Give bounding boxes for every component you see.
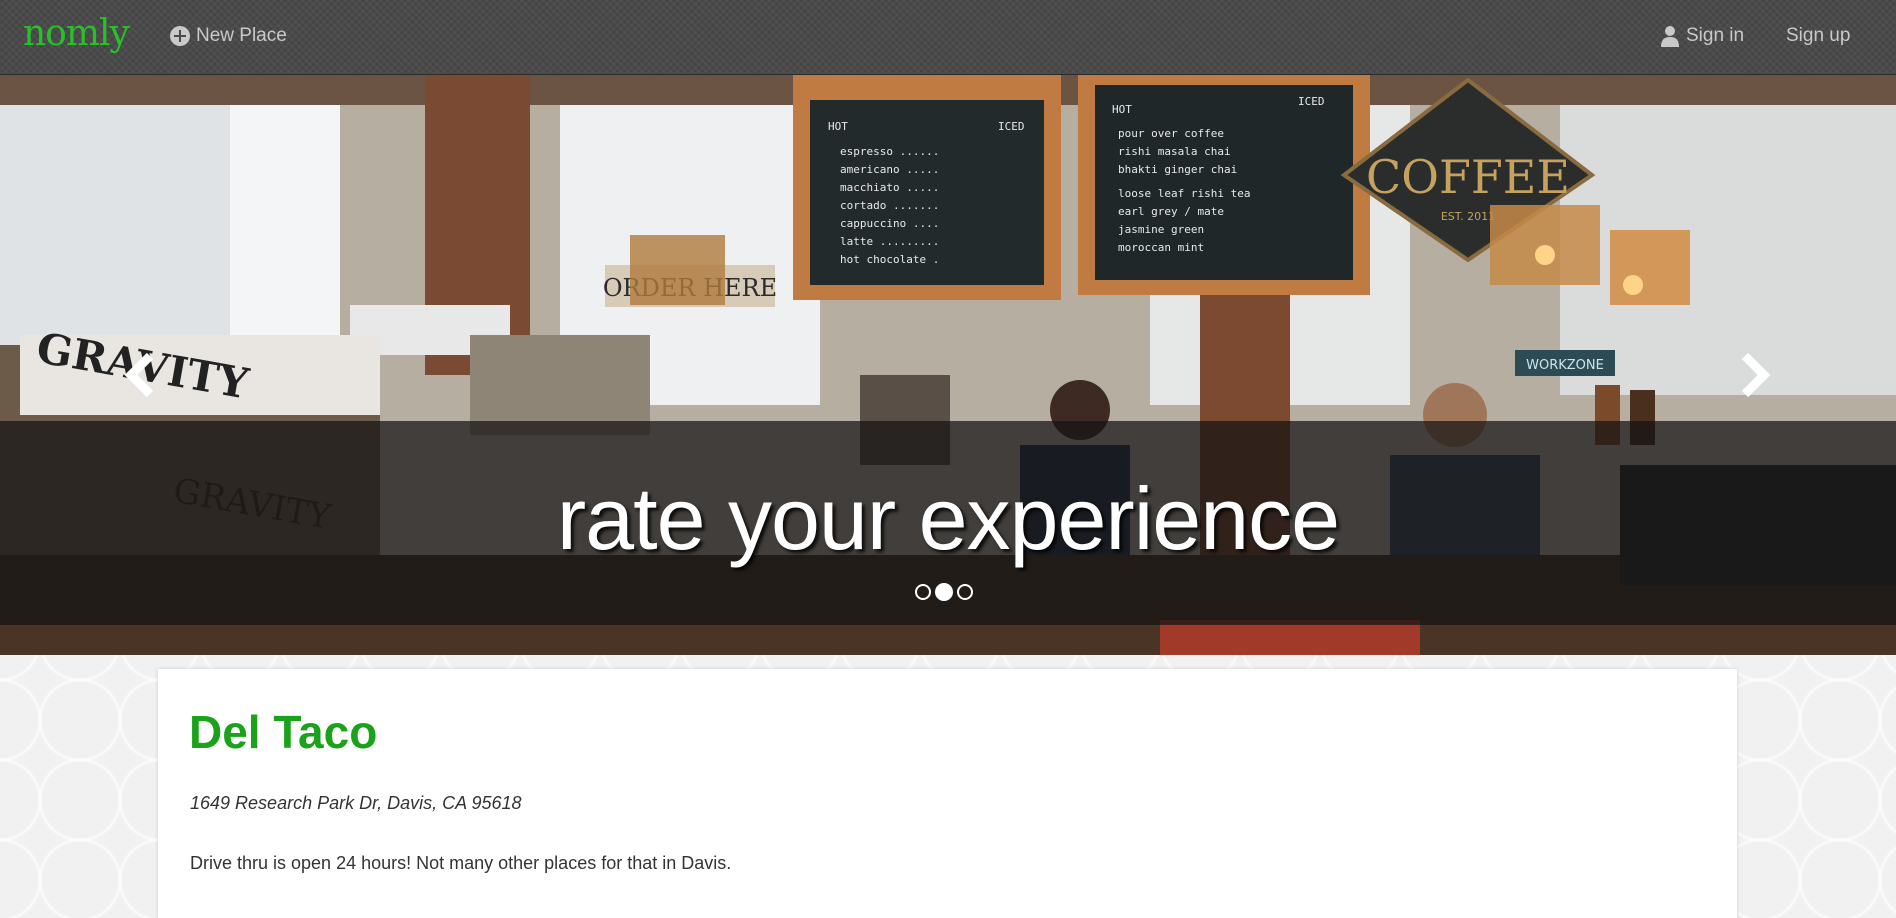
svg-text:loose leaf rishi tea: loose leaf rishi tea [1118,187,1250,200]
svg-text:earl grey / mate: earl grey / mate [1118,205,1224,218]
sign-in-link[interactable]: Sign in [1660,25,1744,47]
user-icon [1661,26,1679,47]
chevron-left-icon [124,352,154,398]
svg-text:EST. 2011: EST. 2011 [1441,210,1495,223]
hero-carousel: HOT ICED espresso ...... americano ..... … [0,75,1896,655]
svg-text:ICED: ICED [1298,95,1325,108]
svg-text:moroccan mint: moroccan mint [1118,241,1204,254]
svg-text:macchiato .....: macchiato ..... [840,181,939,194]
svg-text:bhakti ginger chai: bhakti ginger chai [1118,163,1237,176]
place-address: 1649 Research Park Dr, Davis, CA 95618 [190,793,522,813]
new-place-label: New Place [196,25,287,46]
place-description: Drive thru is open 24 hours! Not many ot… [190,853,732,873]
svg-text:rishi masala chai: rishi masala chai [1118,145,1231,158]
sign-in-label: Sign in [1686,25,1745,46]
new-place-link[interactable]: New Place [170,25,287,47]
svg-text:HOT: HOT [828,120,848,133]
svg-text:cortado .......: cortado ....... [840,199,939,212]
carousel-prev-button[interactable] [115,335,165,415]
carousel-indicator[interactable] [957,584,973,600]
svg-text:COFFEE: COFFEE [1366,150,1570,204]
place-title: Del Taco [189,706,378,758]
sign-up-link[interactable]: Sign up [1786,25,1850,47]
carousel-caption: rate your experience [556,469,1340,568]
place-card: Del Taco 1649 Research Park Dr, Davis, C… [158,669,1737,918]
navbar: nomly New Place Sign in Sign up [0,0,1896,75]
carousel-indicator-active[interactable] [935,583,953,601]
svg-text:ICED: ICED [998,120,1025,133]
svg-text:espresso ......: espresso ...... [840,145,939,158]
svg-text:WORKZONE: WORKZONE [1526,358,1604,373]
svg-text:pour over coffee: pour over coffee [1118,127,1224,140]
brand-logo[interactable]: nomly [23,13,130,54]
svg-text:jasmine green: jasmine green [1118,223,1204,236]
svg-text:americano .....: americano ..... [840,163,939,176]
carousel-indicators [915,583,973,601]
plus-circle-icon [170,26,190,46]
carousel-indicator[interactable] [915,584,931,600]
svg-text:HOT: HOT [1112,103,1132,116]
chevron-right-icon [1741,352,1771,398]
svg-text:cappuccino ....: cappuccino .... [840,217,939,230]
svg-text:hot chocolate .: hot chocolate . [840,253,939,266]
carousel-next-button[interactable] [1730,335,1780,415]
svg-text:latte .........: latte ......... [840,235,939,248]
